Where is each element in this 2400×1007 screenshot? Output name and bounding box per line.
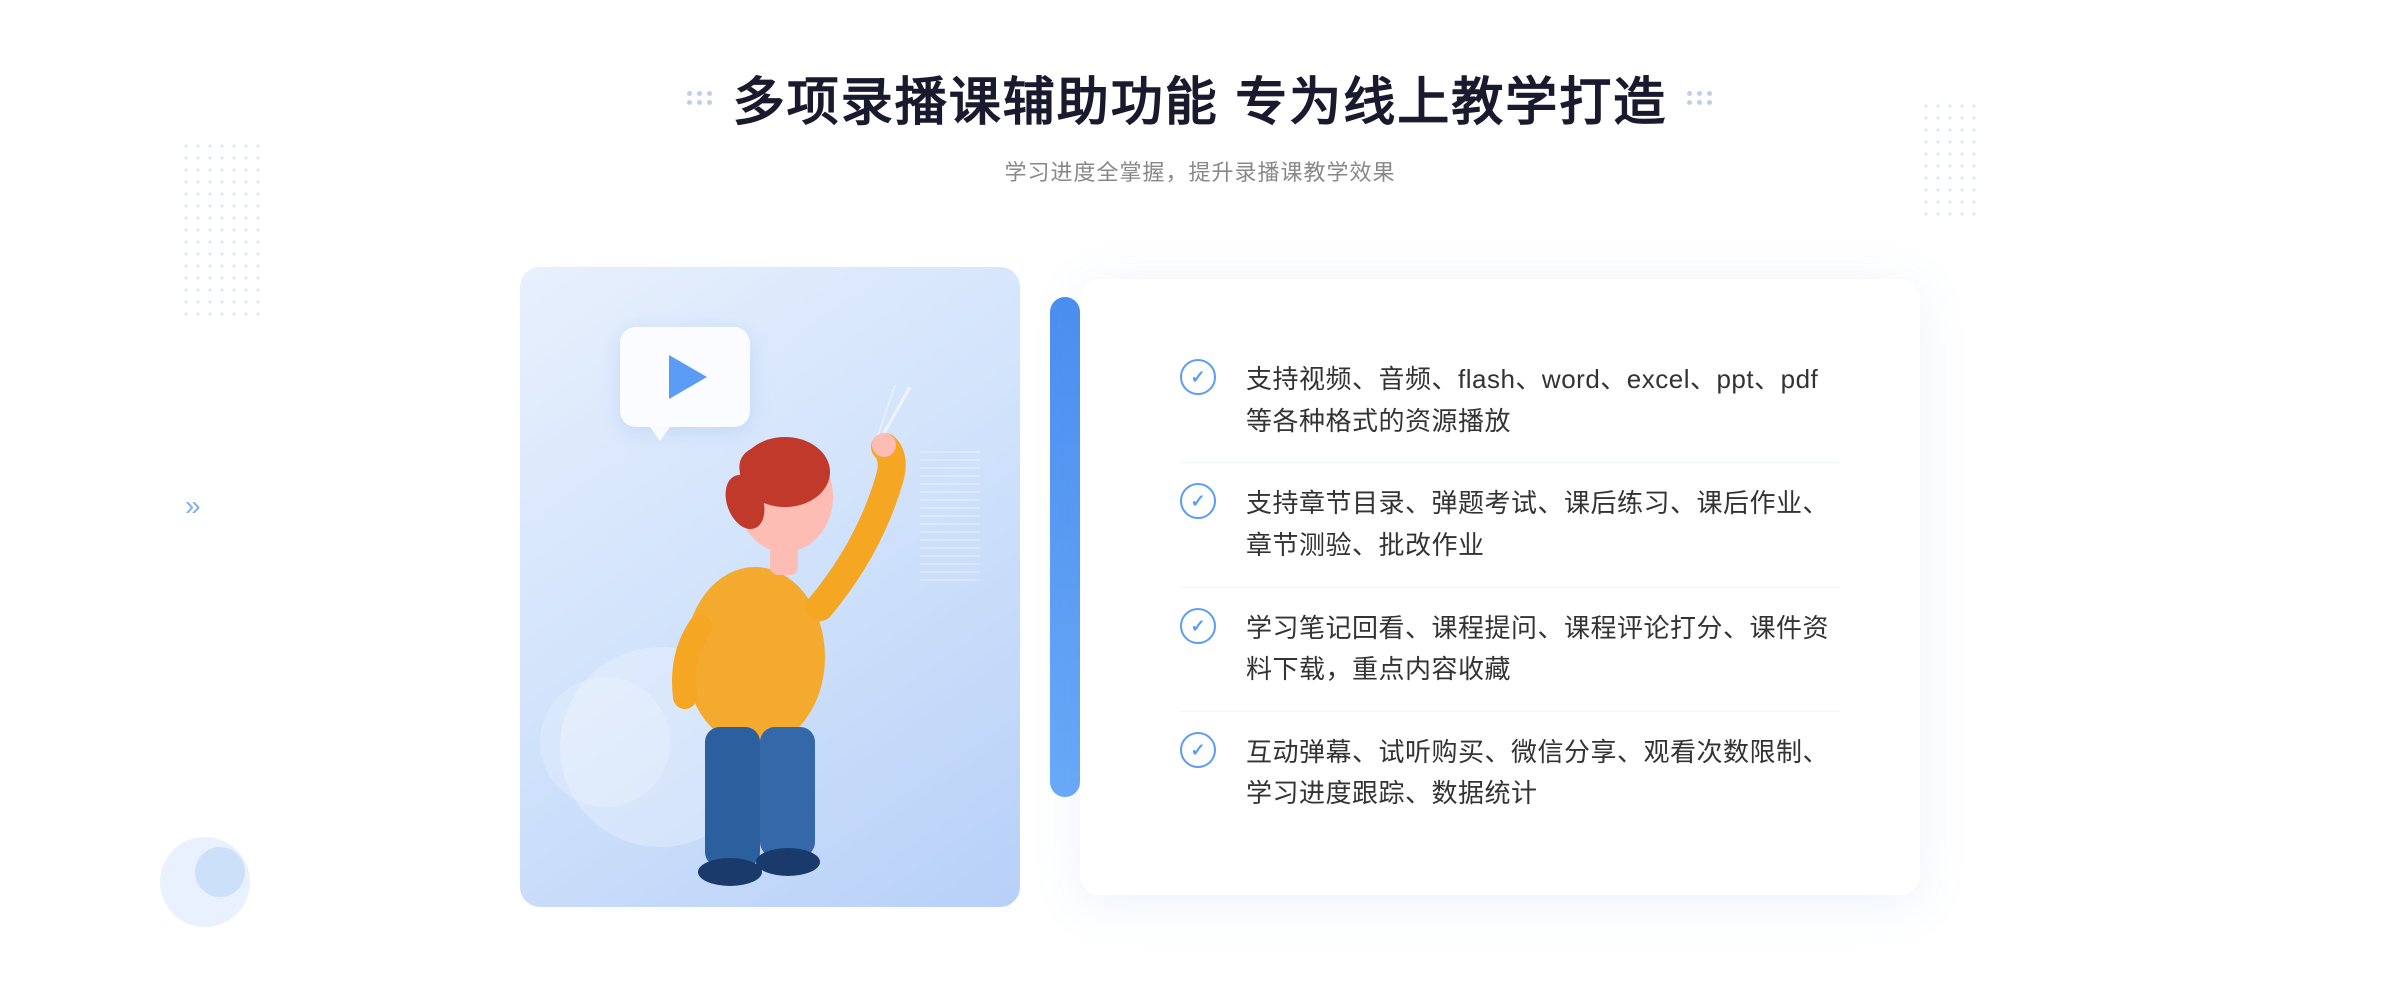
- deco-circle-bottom-2: [195, 847, 245, 897]
- dot: [1687, 100, 1692, 105]
- dot: [1687, 91, 1692, 96]
- main-title: 多项录播课辅助功能 专为线上教学打造: [733, 60, 1667, 135]
- feature-item: ✓ 支持章节目录、弹题考试、课后练习、课后作业、章节测验、批改作业: [1180, 462, 1840, 586]
- header-section: 多项录播课辅助功能 专为线上教学打造 学习进度全掌握，提升录播课教学效果: [687, 60, 1713, 187]
- features-container: ✓ 支持视频、音频、flash、word、excel、ppt、pdf等各种格式的…: [1080, 279, 1920, 895]
- check-icon-1: ✓: [1190, 368, 1205, 386]
- person-illustration: [600, 327, 940, 907]
- feature-text-2: 支持章节目录、弹题考试、课后练习、课后作业、章节测验、批改作业: [1246, 483, 1840, 566]
- check-circle-1: ✓: [1180, 359, 1216, 395]
- check-icon-4: ✓: [1190, 741, 1205, 759]
- illustration-bg: [520, 267, 1020, 907]
- dot: [1697, 91, 1702, 96]
- dot: [707, 100, 712, 105]
- header-dots-right: [1687, 91, 1713, 105]
- dot-group-left: [687, 91, 713, 105]
- feature-item: ✓ 支持视频、音频、flash、word、excel、ppt、pdf等各种格式的…: [1180, 339, 1840, 462]
- dot: [697, 100, 702, 105]
- check-circle-3: ✓: [1180, 608, 1216, 644]
- feature-text-3: 学习笔记回看、课程提问、课程评论打分、课件资料下载，重点内容收藏: [1246, 608, 1840, 691]
- feature-text-1: 支持视频、音频、flash、word、excel、ppt、pdf等各种格式的资源…: [1246, 359, 1840, 442]
- dot: [707, 91, 712, 96]
- dot: [1707, 100, 1712, 105]
- page-container: » 多项录播课辅助功能 专为线上教学打造: [0, 0, 2400, 1007]
- content-wrapper: ✓ 支持视频、音频、flash、word、excel、ppt、pdf等各种格式的…: [480, 247, 1920, 927]
- feature-text-4: 互动弹幕、试听购买、微信分享、观看次数限制、学习进度跟踪、数据统计: [1246, 732, 1840, 815]
- title-row: 多项录播课辅助功能 专为线上教学打造: [687, 60, 1713, 135]
- dot: [1707, 91, 1712, 96]
- blue-side-panel: [1050, 297, 1080, 797]
- illustration-container: [480, 247, 1060, 927]
- dot-group-right: [1687, 91, 1713, 105]
- chevron-decoration: »: [185, 490, 201, 522]
- dot: [1697, 100, 1702, 105]
- feature-item: ✓ 学习笔记回看、课程提问、课程评论打分、课件资料下载，重点内容收藏: [1180, 587, 1840, 711]
- check-circle-4: ✓: [1180, 732, 1216, 768]
- dots-decoration-left: [180, 140, 260, 320]
- check-icon-2: ✓: [1190, 492, 1205, 510]
- dots-decoration-right: [1920, 100, 1980, 220]
- feature-item: ✓ 互动弹幕、试听购买、微信分享、观看次数限制、学习进度跟踪、数据统计: [1180, 711, 1840, 835]
- dot: [687, 100, 692, 105]
- check-circle-2: ✓: [1180, 483, 1216, 519]
- dot: [687, 91, 692, 96]
- header-dots-left: [687, 91, 713, 105]
- check-icon-3: ✓: [1190, 617, 1205, 635]
- dot: [697, 91, 702, 96]
- subtitle: 学习进度全掌握，提升录播课教学效果: [687, 155, 1713, 187]
